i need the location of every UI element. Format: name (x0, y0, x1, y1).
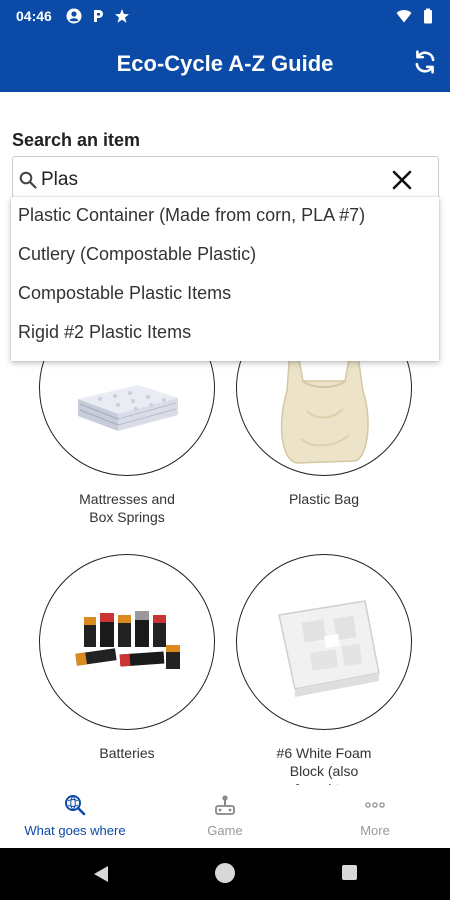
item-label: Mattresses and Box Springs (79, 491, 175, 525)
search-box[interactable] (12, 156, 439, 202)
account-circle-icon (66, 8, 82, 24)
search-label: Search an item (12, 130, 141, 150)
nav-game[interactable]: Game (150, 793, 300, 838)
suggestions-dropdown: Plastic Container (Made from corn, PLA #… (11, 197, 439, 361)
item-circle (236, 554, 412, 730)
refresh-icon[interactable] (412, 49, 438, 75)
app-bar: Eco-Cycle A-Z Guide (0, 34, 450, 92)
parking-icon (94, 10, 103, 22)
close-icon[interactable] (390, 168, 414, 192)
item-label: #6 White Foam Block (also referred to as (276, 745, 372, 785)
home-icon[interactable] (215, 863, 235, 883)
suggestion-item[interactable]: Cutlery (Compostable Plastic) (11, 236, 439, 275)
foam-block-image (278, 600, 380, 697)
app-title: Eco-Cycle A-Z Guide (116, 51, 334, 76)
wifi-icon (396, 10, 412, 23)
system-nav-bar (0, 848, 450, 900)
nav-label: What goes where (24, 823, 126, 838)
more-dots-icon (365, 802, 385, 808)
back-icon[interactable] (92, 864, 110, 884)
status-icons-right (396, 8, 436, 24)
suggestion-item[interactable]: Rigid #2 Plastic Items (11, 314, 439, 353)
item-tile-batteries[interactable]: Batteries (39, 554, 215, 762)
joystick-icon (215, 795, 235, 815)
search-icon (19, 171, 37, 189)
item-label: Batteries (99, 745, 155, 761)
status-time: 04:46 (16, 8, 52, 24)
star-icon (115, 9, 129, 23)
search-input[interactable] (41, 167, 381, 193)
search-globe-icon (65, 795, 86, 816)
recents-icon[interactable] (342, 865, 357, 880)
item-tile-foam-block[interactable]: #6 White Foam Block (also referred to as (236, 554, 412, 785)
nav-label: Game (207, 823, 243, 838)
suggestion-item[interactable]: Plastic Container (Made from corn, PLA #… (11, 197, 439, 236)
item-label: Plastic Bag (288, 491, 360, 507)
suggestion-item[interactable]: Compostable Plastic Items (11, 275, 439, 314)
nav-more[interactable]: More (300, 793, 450, 838)
item-circle (39, 554, 215, 730)
nav-label: More (360, 823, 390, 838)
nav-what-goes-where[interactable]: What goes where (0, 793, 150, 838)
status-bar: 04:46 (0, 0, 450, 34)
status-icons-left (66, 8, 130, 24)
items-grid: Mattresses and Box Springs Plastic Bag B… (0, 300, 450, 785)
batteries-image (75, 611, 180, 669)
battery-icon (424, 8, 432, 24)
bottom-nav: What goes where Game More (0, 785, 450, 848)
